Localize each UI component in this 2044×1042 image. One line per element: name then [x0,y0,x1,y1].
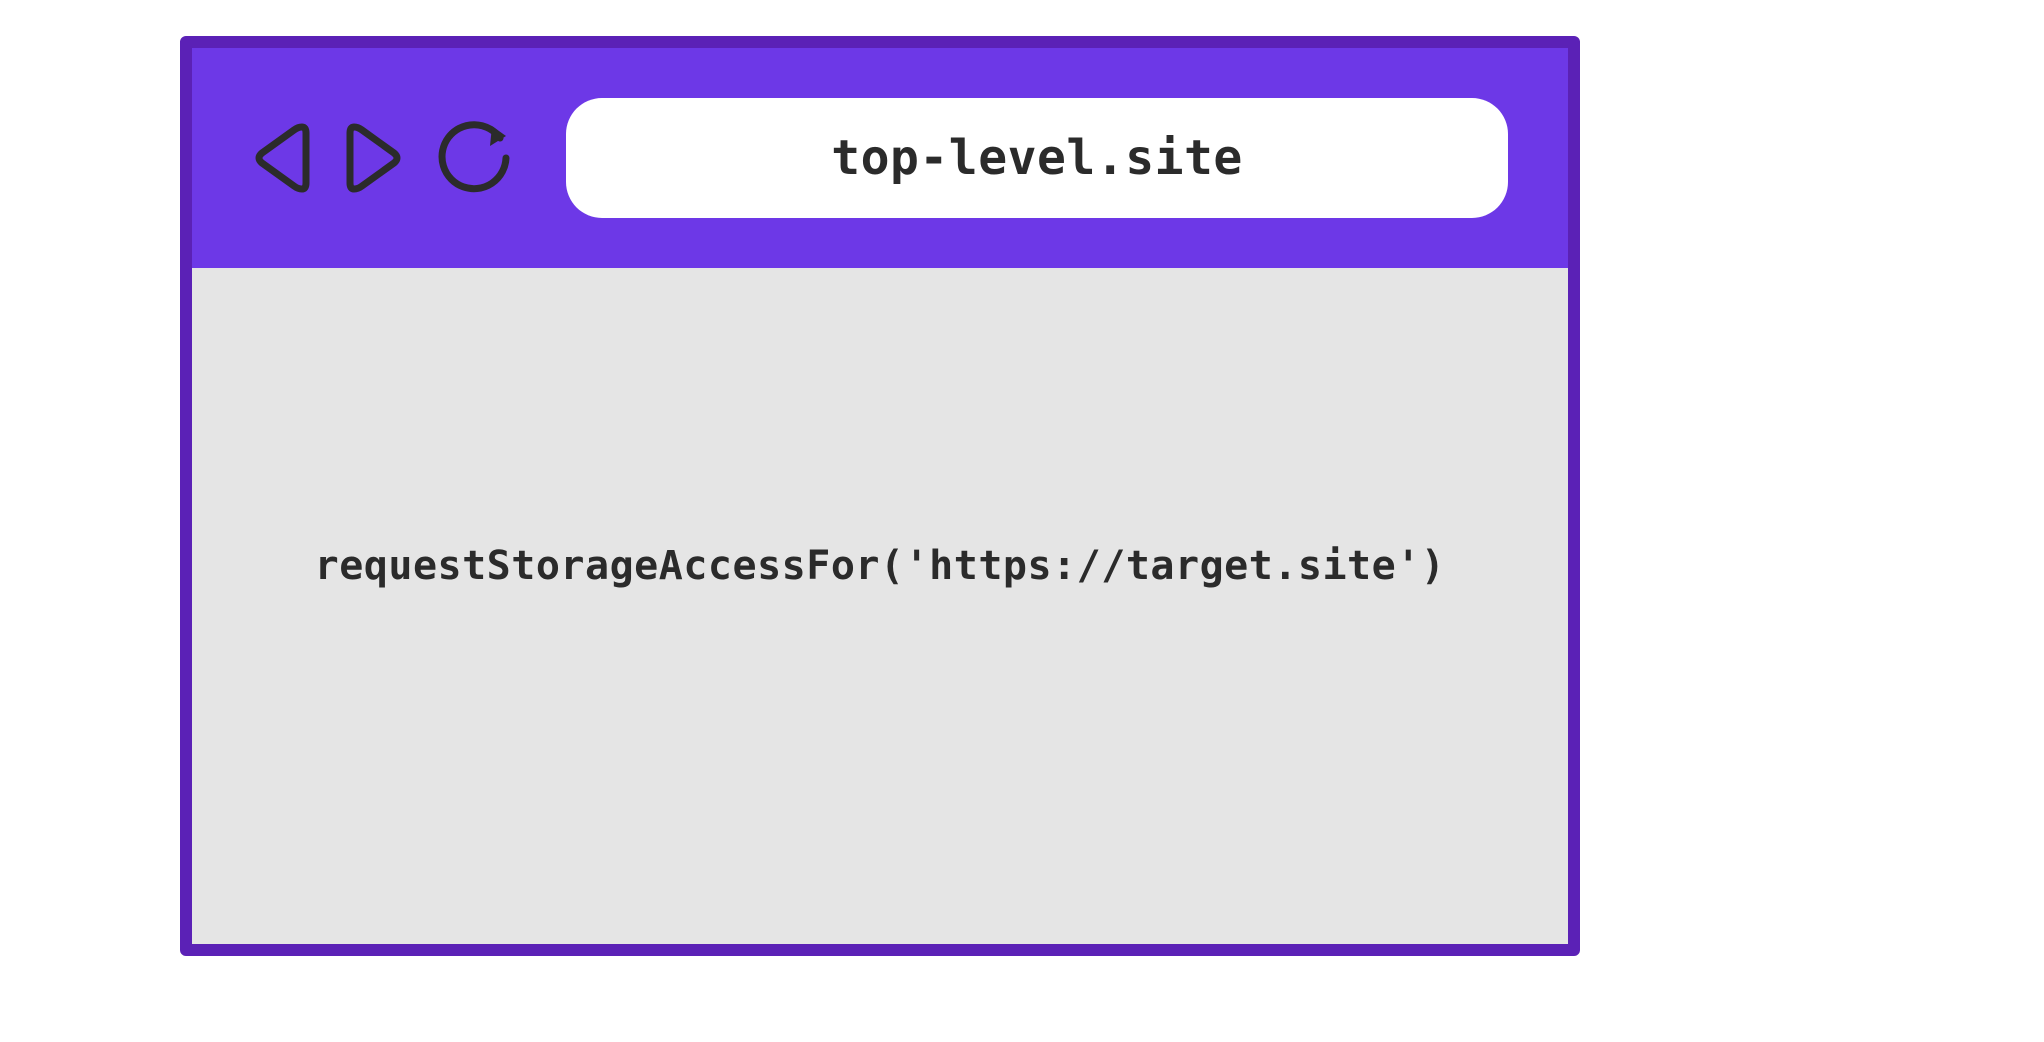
address-bar[interactable]: top-level.site [566,98,1508,218]
browser-content: requestStorageAccessFor('https://target.… [192,268,1568,944]
browser-window: top-level.site requestStorageAccessFor('… [180,36,1580,956]
reload-icon[interactable] [432,116,516,200]
stage: top-level.site requestStorageAccessFor('… [0,0,2044,1042]
browser-toolbar: top-level.site [192,48,1568,268]
content-code: requestStorageAccessFor('https://target.… [315,543,1446,589]
forward-icon[interactable] [342,119,404,197]
back-icon[interactable] [252,119,314,197]
nav-icons-group [252,116,516,200]
address-bar-text: top-level.site [831,130,1243,186]
